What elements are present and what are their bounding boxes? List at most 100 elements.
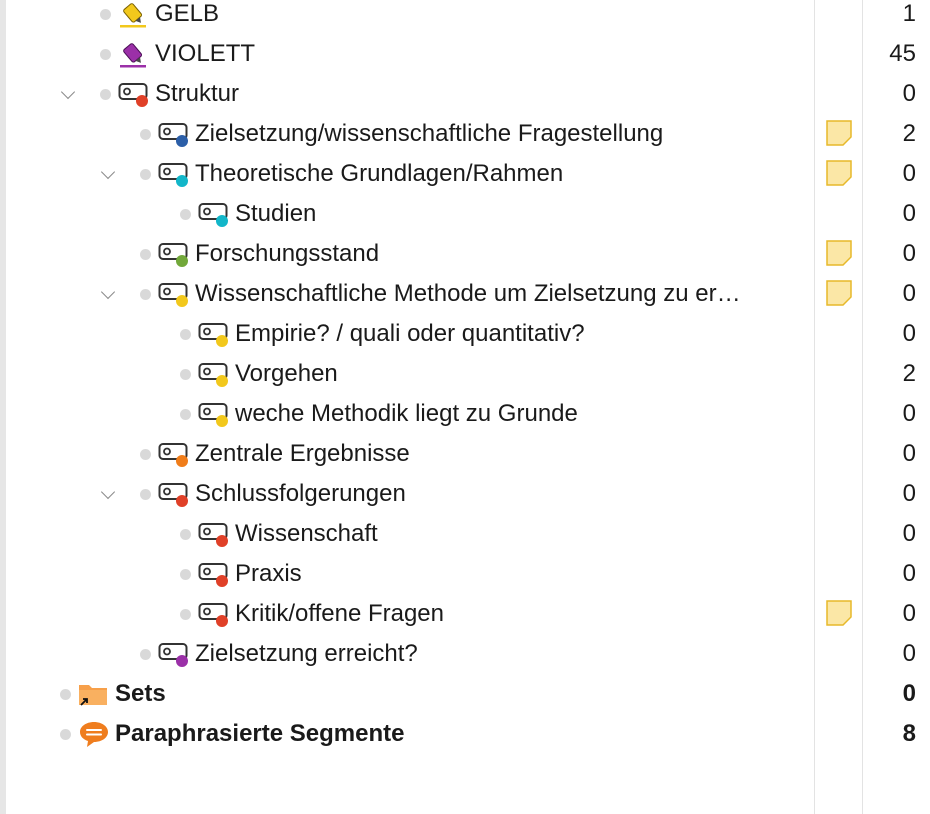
- tree-row-zielsetzung-erreicht[interactable]: Zielsetzung erreicht? 0: [6, 634, 930, 674]
- code-icon: [198, 523, 228, 547]
- tree-row-sets[interactable]: Sets 0: [6, 674, 930, 714]
- tree-row-count: 0: [902, 200, 916, 227]
- row-bullet: [140, 449, 151, 460]
- tree-row-label: Empirie? / quali oder quantitativ?: [235, 320, 585, 347]
- row-bullet: [60, 729, 71, 740]
- code-icon: [158, 443, 188, 467]
- code-icon: [118, 83, 148, 107]
- chevron-down-icon[interactable]: [100, 164, 116, 180]
- tree-row-label: Kritik/offene Fragen: [235, 600, 445, 627]
- tree-row-count: 0: [902, 320, 916, 347]
- code-icon: [198, 603, 228, 627]
- row-bullet: [100, 49, 111, 60]
- tree-row-label: Studien: [235, 200, 317, 227]
- code-icon: [158, 483, 188, 507]
- tree-row-kritik[interactable]: Kritik/offene Fragen 0: [6, 594, 930, 634]
- tree-row-gelb[interactable]: GELB 1: [6, 0, 930, 34]
- tree-row-label: Wissenschaftliche Methode um Zielsetzung…: [195, 280, 741, 307]
- chevron-down-icon[interactable]: [100, 284, 116, 300]
- tree-row-theoretische-grundlagen[interactable]: Theoretische Grundlagen/Rahmen 0: [6, 154, 930, 194]
- tree-row-label: Vorgehen: [235, 360, 338, 387]
- tree-row-count: 0: [902, 520, 916, 547]
- tree-row-label: weche Methodik liegt zu Grunde: [235, 400, 578, 427]
- tree-row-count: 0: [902, 680, 916, 707]
- tree-row-label: Zentrale Ergebnisse: [195, 440, 410, 467]
- tree-row-studien[interactable]: Studien 0: [6, 194, 930, 234]
- tree-row-zentrale-ergebnisse[interactable]: Zentrale Ergebnisse 0: [6, 434, 930, 474]
- tree-row-label: Schlussfolgerungen: [195, 480, 406, 507]
- chevron-down-icon[interactable]: [100, 484, 116, 500]
- tree-row-violett[interactable]: VIOLETT 45: [6, 34, 930, 74]
- row-bullet: [60, 689, 71, 700]
- chevron-down-icon[interactable]: [60, 84, 76, 100]
- code-icon: [158, 283, 188, 307]
- tree-row-count: 0: [902, 560, 916, 587]
- tree-row-count: 0: [902, 160, 916, 187]
- code-icon: [198, 203, 228, 227]
- tree-row-count: 45: [889, 40, 916, 67]
- tree-row-wissenschaft[interactable]: Wissenschaft 0: [6, 514, 930, 554]
- tree-row-praxis[interactable]: Praxis 0: [6, 554, 930, 594]
- tree-row-label: Zielsetzung erreicht?: [195, 640, 418, 667]
- tree-row-count: 0: [902, 280, 916, 307]
- sets-folder-icon: [79, 685, 107, 706]
- tree-row-struktur[interactable]: Struktur 0: [6, 74, 930, 114]
- tree-row-label: Zielsetzung/wissenschaftliche Fragestell…: [195, 120, 664, 147]
- memo-icon[interactable]: [826, 120, 852, 146]
- row-bullet: [180, 329, 191, 340]
- tree-row-schlussfolgerungen[interactable]: Schlussfolgerungen 0: [6, 474, 930, 514]
- tree-row-label: Praxis: [235, 560, 302, 587]
- tree-row-count: 0: [902, 440, 916, 467]
- row-bullet: [140, 249, 151, 260]
- tree-row-label: Theoretische Grundlagen/Rahmen: [195, 160, 564, 187]
- tree-row-methodik[interactable]: weche Methodik liegt zu Grunde 0: [6, 394, 930, 434]
- tree-row-count: 0: [902, 400, 916, 427]
- code-icon: [158, 163, 188, 187]
- tree-row-count: 0: [902, 240, 916, 267]
- tree-row-paraphrasierte-segmente[interactable]: Paraphrasierte Segmente 8: [6, 714, 930, 754]
- row-bullet: [140, 649, 151, 660]
- tree-row-count: 8: [902, 720, 916, 747]
- tree-row-count: 0: [902, 640, 916, 667]
- tree-row-empirie[interactable]: Empirie? / quali oder quantitativ? 0: [6, 314, 930, 354]
- tree-row-count: 2: [902, 120, 916, 147]
- row-bullet: [140, 489, 151, 500]
- tree-row-label: Paraphrasierte Segmente: [115, 720, 405, 747]
- row-bullet: [140, 129, 151, 140]
- tree-row-zielsetzung[interactable]: Zielsetzung/wissenschaftliche Fragestell…: [6, 114, 930, 154]
- memo-icon[interactable]: [826, 160, 852, 186]
- code-icon: [198, 363, 228, 387]
- row-bullet: [100, 89, 111, 100]
- paraphrase-speech-bubble-icon: [80, 722, 108, 747]
- row-bullet: [180, 529, 191, 540]
- tree-row-count: 1: [902, 0, 916, 27]
- code-icon: [158, 643, 188, 667]
- tree-row-wissenschaftliche-methode[interactable]: Wissenschaftliche Methode um Zielsetzung…: [6, 274, 930, 314]
- row-bullet: [180, 569, 191, 580]
- code-icon: [198, 323, 228, 347]
- yellow-highlighter-icon: [120, 3, 146, 28]
- tree-row-count: 0: [902, 80, 916, 107]
- memo-icon[interactable]: [826, 240, 852, 266]
- tree-row-count: 0: [902, 600, 916, 627]
- row-bullet: [140, 289, 151, 300]
- row-bullet: [180, 609, 191, 620]
- tree-row-label: Wissenschaft: [235, 520, 378, 547]
- tree-row-vorgehen[interactable]: Vorgehen 2: [6, 354, 930, 394]
- tree-row-forschungsstand[interactable]: Forschungsstand 0: [6, 234, 930, 274]
- row-bullet: [180, 369, 191, 380]
- code-icon: [198, 403, 228, 427]
- tree-row-label: Struktur: [155, 80, 240, 107]
- code-icon: [158, 243, 188, 267]
- memo-icon[interactable]: [826, 600, 852, 626]
- memo-icon[interactable]: [826, 280, 852, 306]
- row-bullet: [100, 9, 111, 20]
- code-icon: [158, 123, 188, 147]
- code-icon: [198, 563, 228, 587]
- tree-row-count: 0: [902, 480, 916, 507]
- tree-row-label: GELB: [155, 0, 220, 27]
- row-bullet: [140, 169, 151, 180]
- row-bullet: [180, 409, 191, 420]
- row-bullet: [180, 209, 191, 220]
- tree-row-label: Forschungsstand: [195, 240, 380, 267]
